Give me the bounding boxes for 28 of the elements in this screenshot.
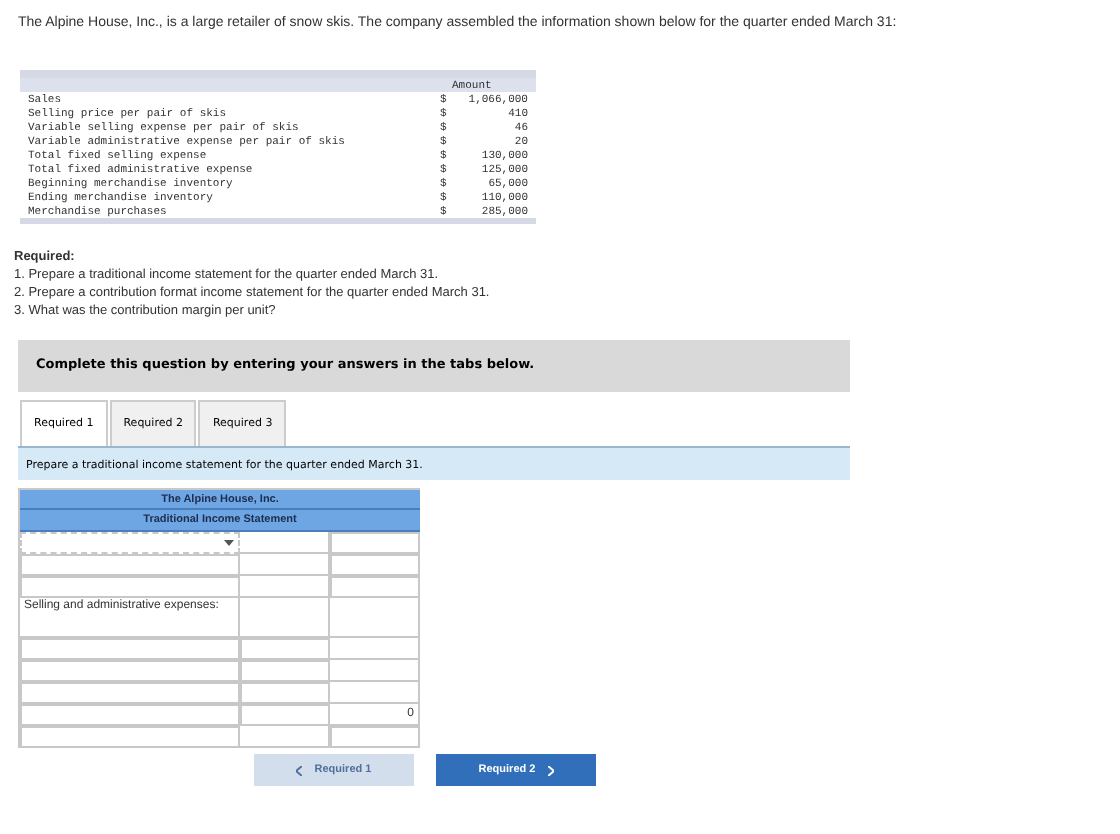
table-cell	[330, 598, 420, 638]
input-field[interactable]	[20, 704, 240, 726]
table-cell	[240, 554, 330, 576]
caret-icon	[224, 540, 234, 546]
table-cell	[240, 532, 330, 554]
chevron-left-icon	[296, 765, 303, 775]
input-field[interactable]	[330, 726, 420, 748]
table-cell	[330, 638, 420, 660]
input-field[interactable]	[20, 660, 240, 682]
chevron-right-icon	[547, 765, 554, 775]
input-field[interactable]	[240, 682, 330, 704]
input-field[interactable]	[20, 726, 240, 748]
input-field[interactable]	[20, 576, 240, 598]
input-field[interactable]	[240, 704, 330, 726]
input-field[interactable]	[20, 638, 240, 660]
table-cell	[330, 682, 420, 704]
table-cell	[240, 576, 330, 598]
table-cell	[240, 726, 330, 748]
table-cell	[240, 598, 330, 638]
input-field[interactable]	[330, 554, 420, 576]
input-field[interactable]	[330, 532, 420, 554]
table-cell	[330, 660, 420, 682]
dropdown-field[interactable]	[20, 532, 240, 554]
input-field[interactable]	[20, 554, 240, 576]
input-field[interactable]	[240, 660, 330, 682]
input-field[interactable]	[330, 576, 420, 598]
input-field[interactable]	[20, 682, 240, 704]
input-field[interactable]	[240, 638, 330, 660]
